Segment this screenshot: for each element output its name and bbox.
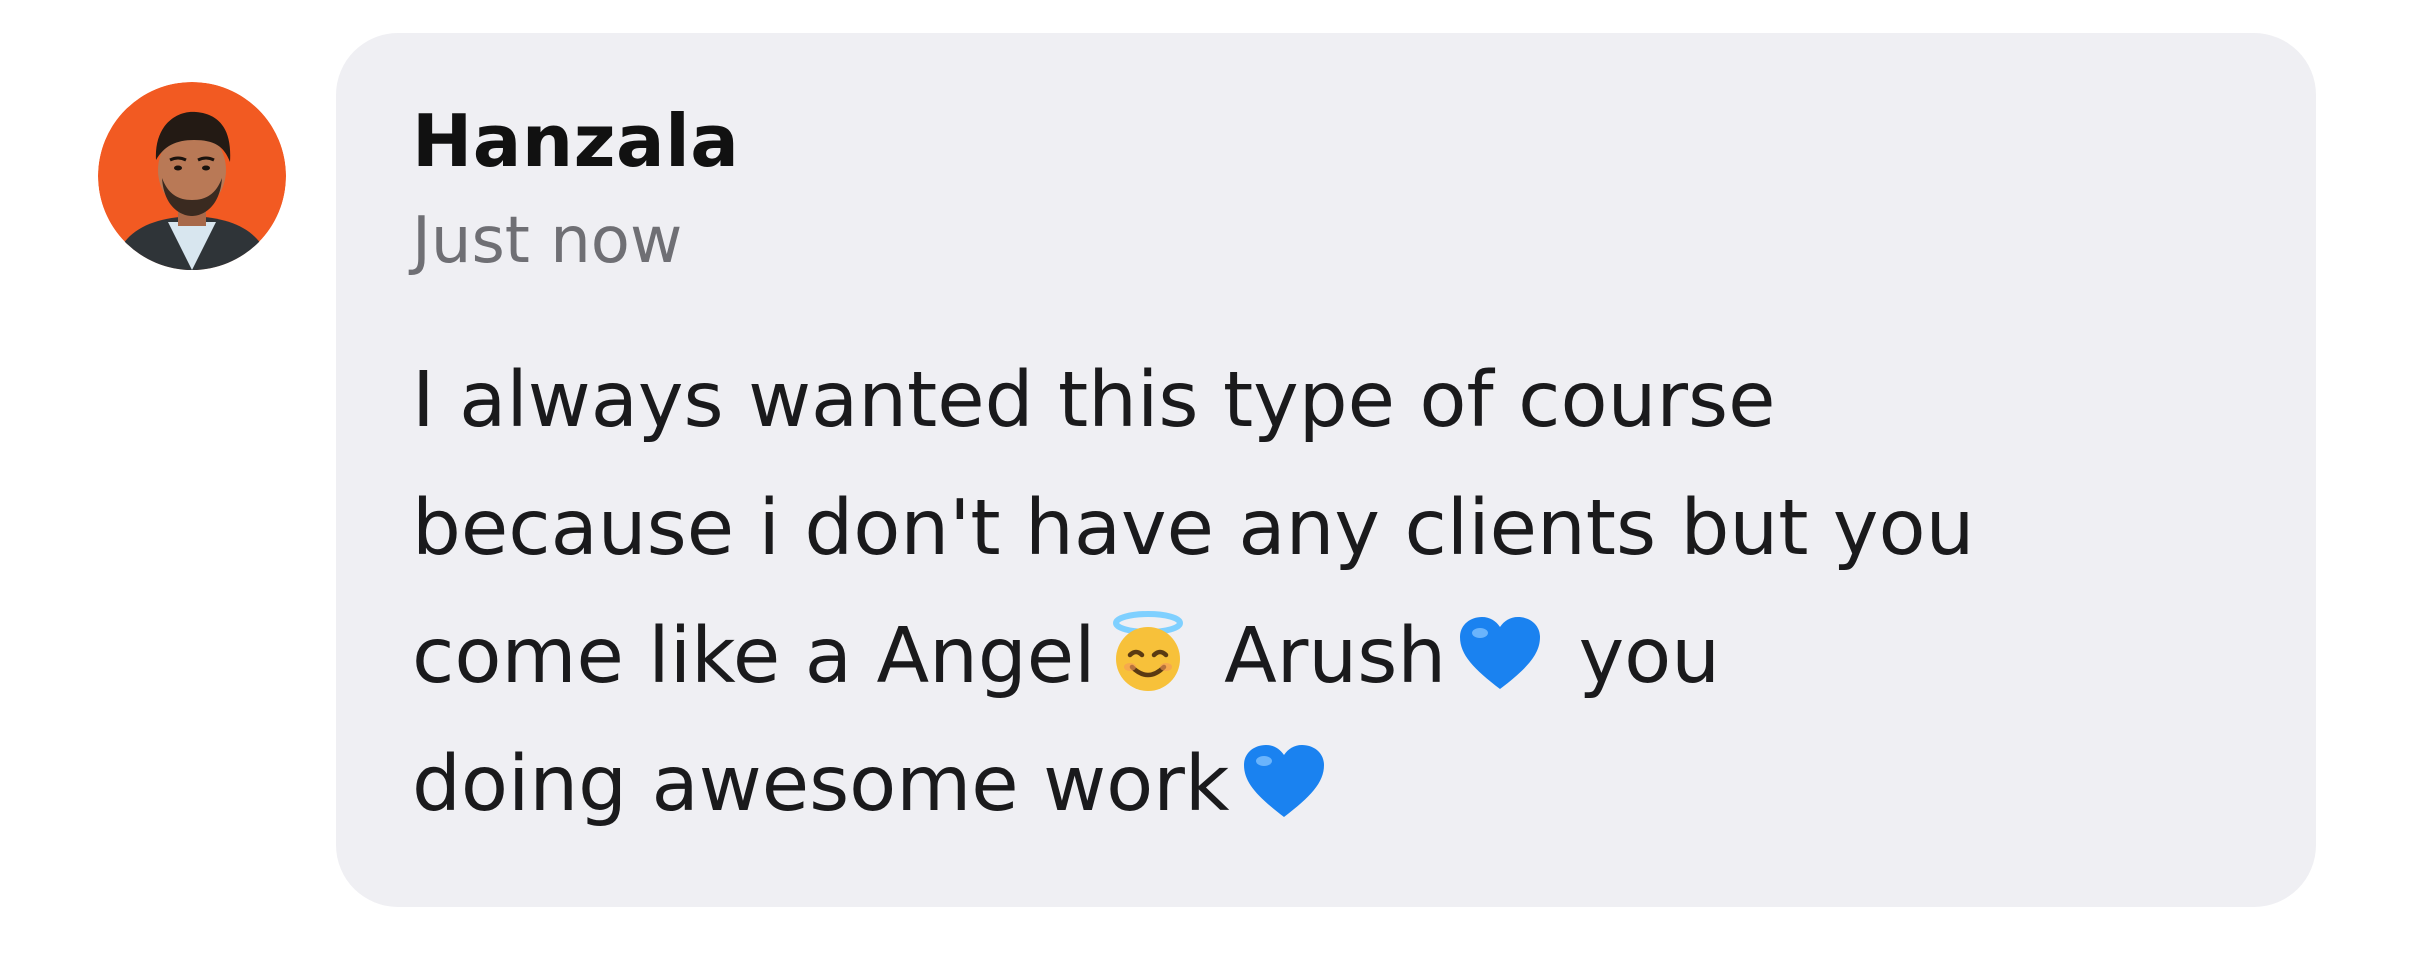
comment-timestamp: Just now bbox=[412, 204, 683, 278]
message-line: I always wanted this type of course bbox=[412, 337, 2252, 465]
message-text: doing awesome work bbox=[412, 740, 1230, 829]
blue-heart-icon bbox=[1240, 741, 1328, 821]
blue-heart-icon bbox=[1456, 613, 1544, 693]
avatar[interactable] bbox=[98, 82, 286, 270]
smiling-face-with-halo-icon bbox=[1106, 611, 1190, 695]
message-line: come like a Angel Arush you bbox=[412, 593, 2252, 721]
message-text: you bbox=[1578, 612, 1721, 701]
comment-message: I always wanted this type of course beca… bbox=[412, 337, 2252, 849]
message-text: Arush bbox=[1224, 612, 1447, 701]
message-line: because i don't have any clients but you bbox=[412, 465, 2252, 593]
author-name[interactable]: Hanzala bbox=[412, 105, 2256, 185]
message-text: I always wanted this type of course bbox=[412, 356, 1776, 445]
message-line: doing awesome work bbox=[412, 721, 2252, 849]
message-text: because i don't have any clients but you bbox=[412, 484, 1975, 573]
comment-bubble: Hanzala Just now I always wanted this ty… bbox=[336, 33, 2316, 907]
message-text: come like a Angel bbox=[412, 612, 1096, 701]
